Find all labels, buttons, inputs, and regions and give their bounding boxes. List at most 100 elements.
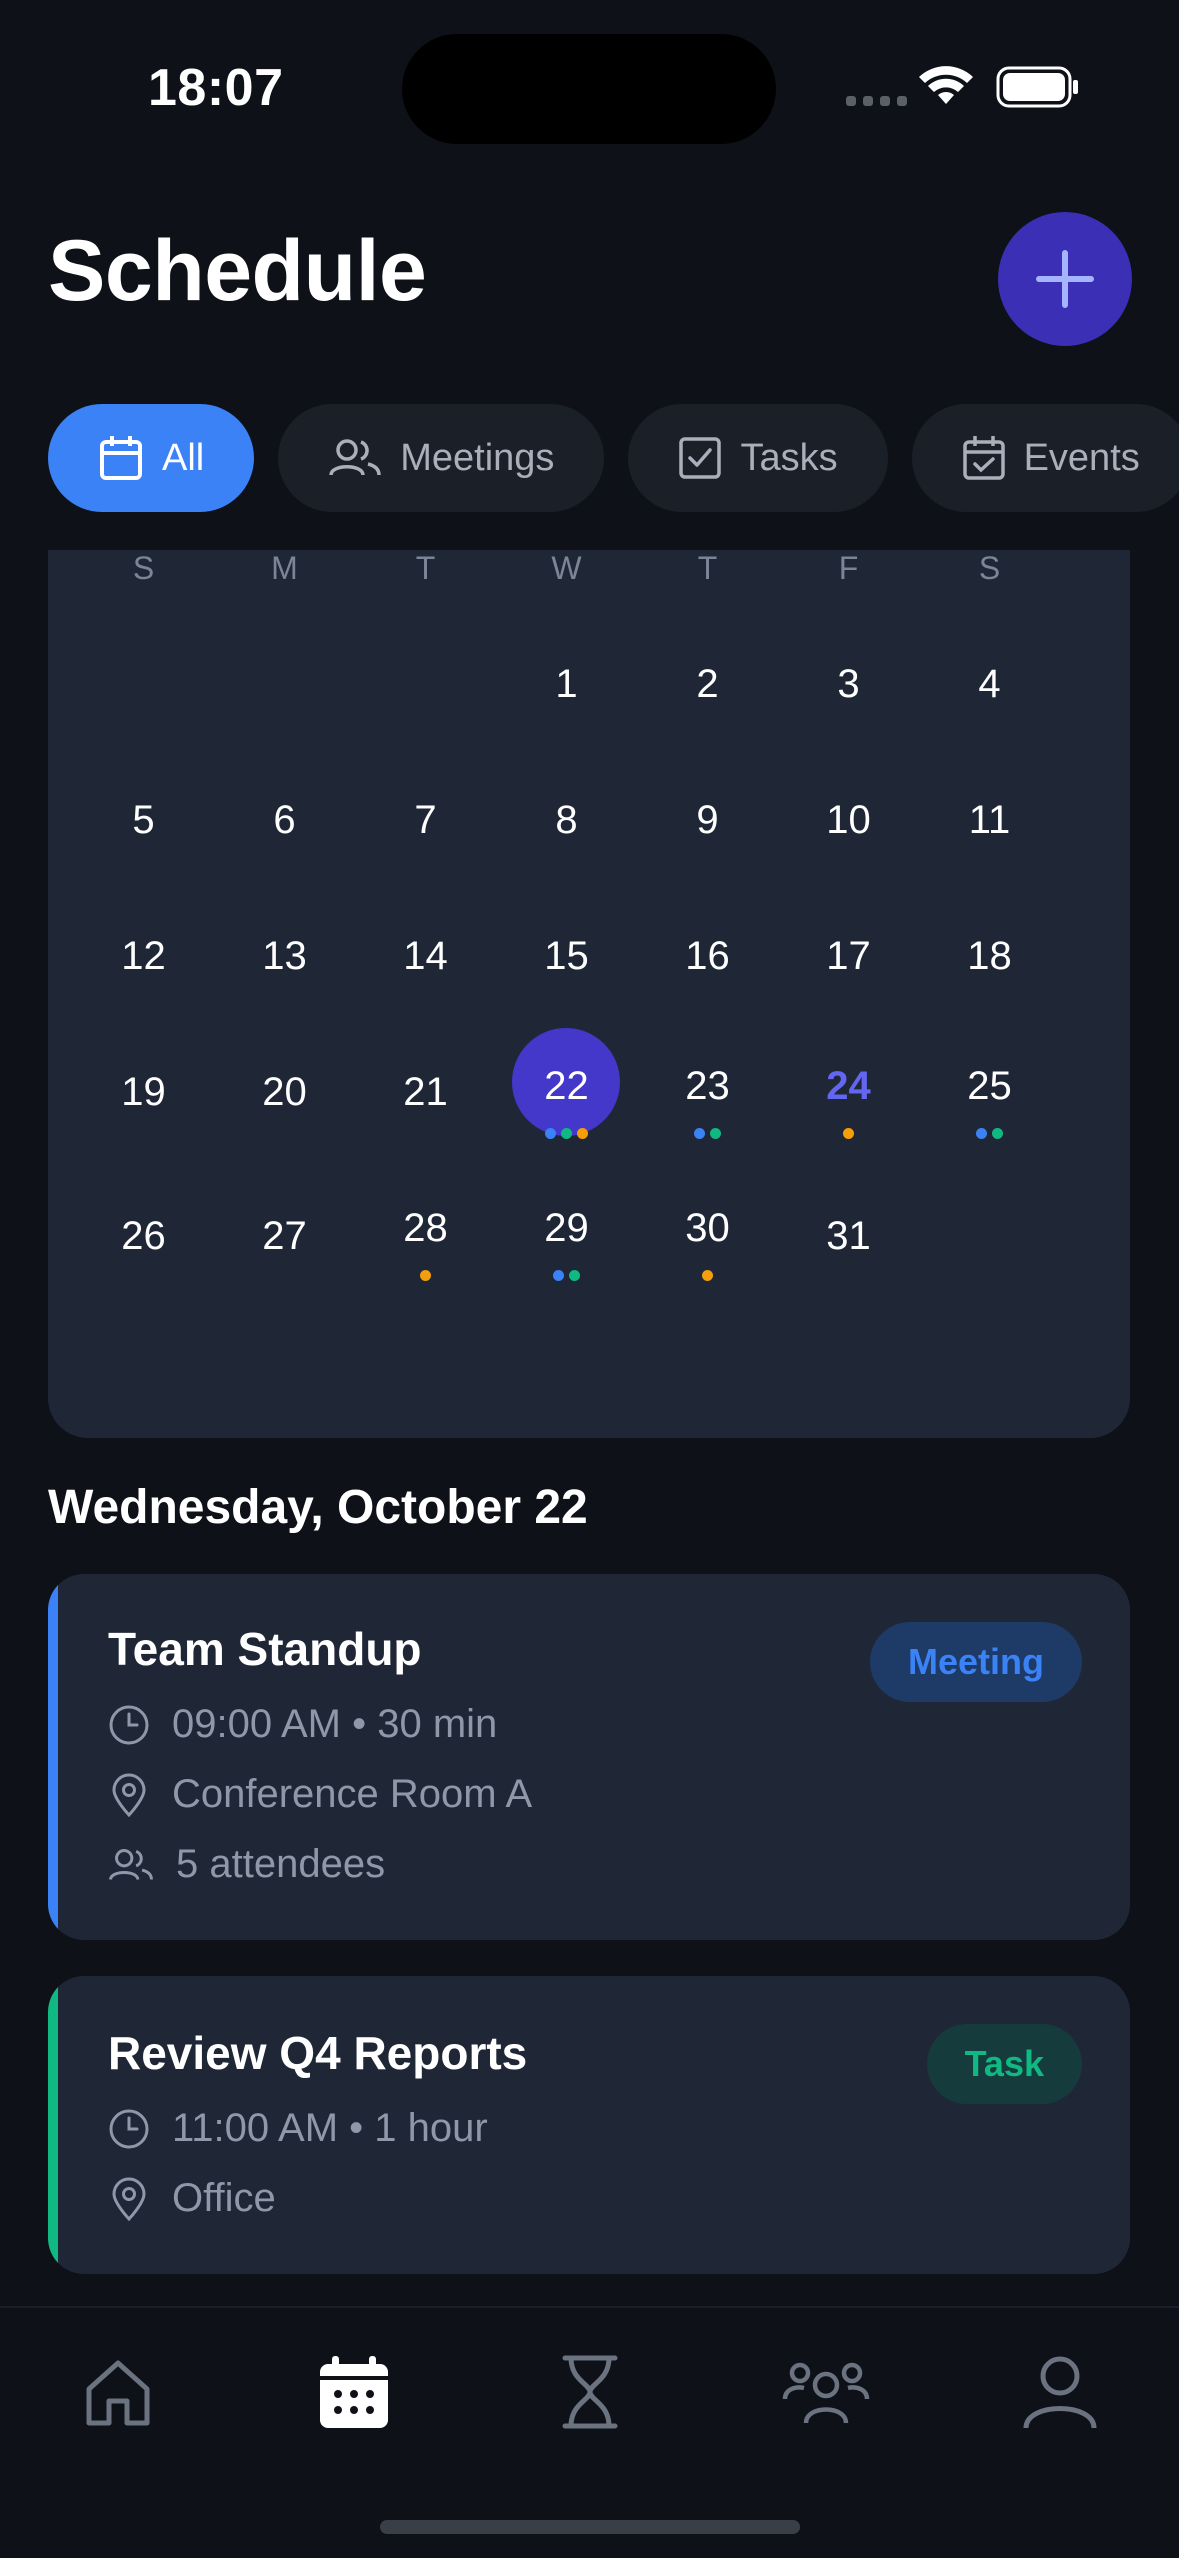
filter-chip-tasks[interactable]: Tasks (628, 404, 888, 512)
filter-chip-all[interactable]: All (48, 404, 255, 512)
calendar-day[interactable]: 14 (355, 934, 496, 979)
calendar-day[interactable]: 9 (637, 798, 778, 843)
event-dot (420, 1270, 431, 1281)
profile-icon (1023, 2356, 1097, 2429)
calendar-day[interactable]: 22 (496, 1064, 637, 1109)
calendar-day[interactable]: 15 (496, 934, 637, 979)
calendar-day[interactable]: 5 (73, 798, 214, 843)
calendar-icon (100, 436, 142, 480)
filter-chip-label: Meetings (400, 436, 555, 479)
calendar-day[interactable]: 28 (355, 1206, 496, 1251)
plus-icon (1036, 250, 1094, 308)
calendar-day[interactable]: 3 (778, 662, 919, 707)
weekday-label: S (978, 550, 1001, 586)
event-location-row: Conference Room A (108, 1772, 532, 1817)
calendar-check-icon (962, 436, 1005, 480)
home-indicator (380, 2520, 800, 2534)
tab-calendar[interactable] (306, 2344, 402, 2440)
calendar-day[interactable]: 2 (637, 662, 778, 707)
filter-chip-label: Tasks (740, 436, 838, 479)
event-location-row: Office (108, 2176, 276, 2221)
calendar-day[interactable]: 18 (919, 934, 1060, 979)
hourglass-icon (562, 2355, 618, 2429)
event-time: 11:00 AM • 1 hour (172, 2106, 488, 2150)
calendar-day[interactable]: 31 (778, 1214, 919, 1259)
filter-chip-meetings[interactable]: Meetings (278, 404, 605, 512)
weekday-header: S M T W T F S (48, 550, 1130, 590)
clock-icon (109, 1705, 149, 1744)
event-dots (355, 1270, 496, 1281)
event-location: Conference Room A (172, 1772, 533, 1816)
event-dot (569, 1270, 580, 1281)
page-title: Schedule (48, 223, 427, 319)
calendar-day[interactable]: 25 (919, 1064, 1060, 1109)
group-icon (782, 2362, 870, 2424)
calendar-day[interactable]: 1 (496, 662, 637, 707)
event-dots (496, 1128, 637, 1139)
calendar-day[interactable]: 26 (73, 1214, 214, 1259)
people-icon (109, 1848, 153, 1880)
dynamic-island (402, 34, 776, 144)
event-dot (577, 1128, 588, 1139)
event-accent-stripe (48, 1574, 58, 1940)
weekday-label: W (551, 550, 582, 586)
battery-icon (996, 66, 1080, 113)
calendar-day[interactable]: 4 (919, 662, 1060, 707)
event-dot (992, 1128, 1003, 1139)
month-calendar: S M T W T F S 1 2 3 4 5 6 7 8 9 10 11 12 13 14 15 16 17 1… (48, 550, 1130, 1438)
weekday-label: T (697, 550, 718, 586)
weekday-label: S (132, 550, 155, 586)
calendar-day[interactable]: 6 (214, 798, 355, 843)
tab-home[interactable] (70, 2344, 166, 2440)
tab-team[interactable] (778, 2344, 874, 2440)
event-dots (496, 1270, 637, 1281)
event-dot (545, 1128, 556, 1139)
calendar-day[interactable]: 20 (214, 1070, 355, 1115)
event-card[interactable]: Team Standup Meeting 09:00 AM • 30 min C… (48, 1574, 1130, 1940)
calendar-day[interactable]: 12 (73, 934, 214, 979)
filter-chip-label: Events (1023, 436, 1140, 479)
people-icon (329, 439, 381, 476)
calendar-day[interactable]: 13 (214, 934, 355, 979)
calendar-day[interactable]: 21 (355, 1070, 496, 1115)
calendar-day[interactable]: 8 (496, 798, 637, 843)
calendar-day[interactable]: 24 (778, 1064, 919, 1109)
calendar-day[interactable]: 19 (73, 1070, 214, 1115)
add-event-button[interactable] (998, 212, 1132, 346)
event-dots (637, 1128, 778, 1139)
calendar-day[interactable]: 11 (919, 798, 1060, 843)
event-time: 09:00 AM • 30 min (172, 1702, 498, 1746)
event-time-row: 11:00 AM • 1 hour (108, 2106, 488, 2151)
calendar-day[interactable]: 16 (637, 934, 778, 979)
event-dot (702, 1270, 713, 1281)
event-accent-stripe (48, 1976, 58, 2274)
event-location: Office (172, 2176, 276, 2220)
calendar-day[interactable]: 27 (214, 1214, 355, 1259)
clock-icon (109, 2109, 149, 2148)
event-dots (778, 1128, 919, 1139)
calendar-day[interactable]: 10 (778, 798, 919, 843)
filter-chip-events[interactable]: Events (911, 404, 1179, 512)
cellular-signal-icon (846, 96, 907, 106)
calendar-day[interactable]: 7 (355, 798, 496, 843)
event-dot (710, 1128, 721, 1139)
calendar-day[interactable]: 17 (778, 934, 919, 979)
calendar-day[interactable]: 23 (637, 1064, 778, 1109)
event-dot (553, 1270, 564, 1281)
weekday-label: T (415, 550, 436, 586)
status-time: 18:07 (148, 59, 284, 117)
weekday-label: M (271, 550, 298, 586)
event-card[interactable]: Review Q4 Reports Task 11:00 AM • 1 hour… (48, 1976, 1130, 2274)
event-title: Review Q4 Reports (108, 2027, 528, 2079)
calendar-day[interactable]: 30 (637, 1206, 778, 1251)
wifi-icon (918, 64, 974, 111)
calendar-day[interactable]: 29 (496, 1206, 637, 1251)
event-time-row: 09:00 AM • 30 min (108, 1702, 497, 1747)
tab-timer[interactable] (542, 2344, 638, 2440)
event-dot (843, 1128, 854, 1139)
event-dot (694, 1128, 705, 1139)
tab-profile[interactable] (1012, 2344, 1108, 2440)
event-type-badge: Meeting (869, 1622, 1082, 1702)
weekday-label: F (838, 550, 859, 586)
event-attendees-row: 5 attendees (108, 1842, 385, 1887)
